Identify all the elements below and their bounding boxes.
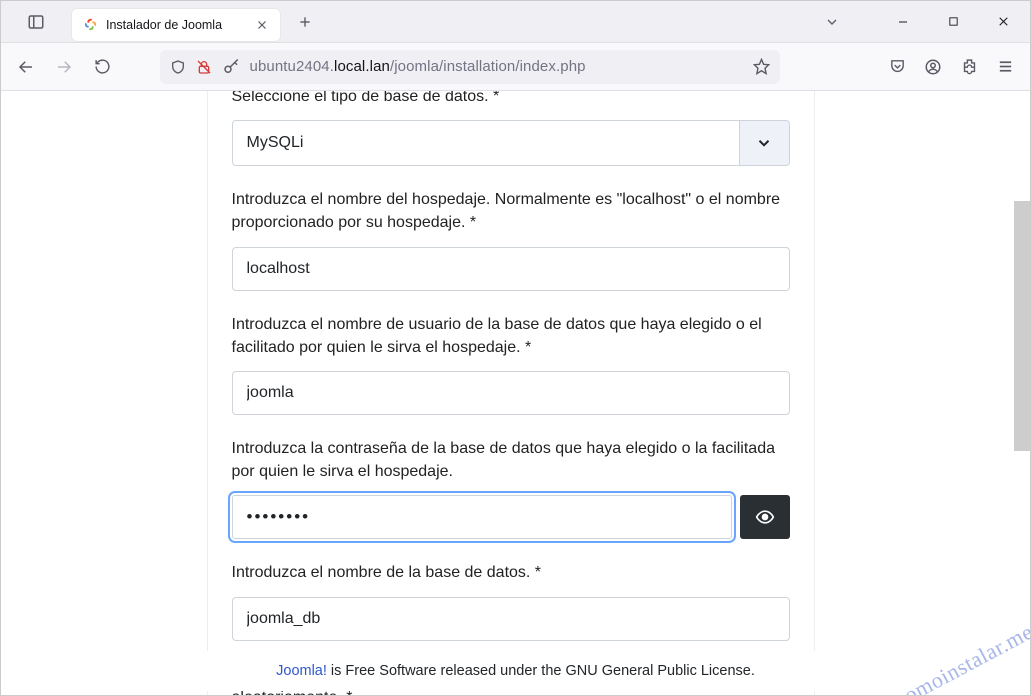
key-icon[interactable] [222, 58, 240, 76]
db-host-label: Introduzca el nombre del hospedaje. Norm… [232, 188, 790, 234]
bookmark-star-icon[interactable] [753, 58, 770, 75]
db-password-input[interactable] [232, 495, 732, 539]
db-password-label: Introduzca la contraseña de la base de d… [232, 437, 790, 483]
db-host-input[interactable] [232, 247, 790, 291]
nav-forward-button [47, 50, 81, 84]
joomla-favicon-icon [82, 17, 98, 33]
db-type-value: MySQLi [247, 134, 739, 152]
db-type-label: Seleccione el tipo de base de datos. * [232, 91, 790, 108]
chevron-down-icon [739, 121, 789, 165]
shield-icon[interactable] [170, 59, 186, 75]
insecure-lock-icon[interactable] [196, 59, 212, 75]
browser-tab-bar: Instalador de Joomla [1, 1, 1030, 43]
page-footer: Joomla! is Free Software released under … [1, 651, 1030, 691]
toggle-password-visibility-button[interactable] [740, 495, 790, 539]
window-maximize-button[interactable] [930, 1, 976, 43]
browser-toolbar: ubuntu2404.local.lan/joomla/installation… [1, 43, 1030, 91]
vertical-scrollbar-thumb[interactable] [1014, 201, 1030, 451]
window-controls [880, 1, 1030, 43]
joomla-link[interactable]: Joomla! [276, 663, 327, 679]
page-viewport: Seleccione el tipo de base de datos. * M… [1, 91, 1030, 695]
sidebar-toggle-icon[interactable] [1, 13, 71, 31]
new-tab-button[interactable] [291, 8, 319, 36]
db-name-label: Introduzca el nombre de la base de datos… [232, 561, 790, 584]
window-close-button[interactable] [980, 1, 1026, 43]
footer-text: is Free Software released under the GNU … [327, 663, 755, 679]
db-type-select[interactable]: MySQLi [232, 120, 790, 166]
db-name-input[interactable] [232, 597, 790, 641]
account-icon[interactable] [916, 50, 950, 84]
db-user-label: Introduzca el nombre de usuario de la ba… [232, 313, 790, 359]
pocket-icon[interactable] [880, 50, 914, 84]
url-text: ubuntu2404.local.lan/joomla/installation… [250, 58, 743, 75]
nav-reload-button[interactable] [85, 50, 119, 84]
address-bar[interactable]: ubuntu2404.local.lan/joomla/installation… [160, 50, 780, 84]
window-minimize-button[interactable] [880, 1, 926, 43]
browser-tab[interactable]: Instalador de Joomla [71, 8, 281, 42]
tabs-dropdown-button[interactable] [814, 4, 850, 40]
tab-close-icon[interactable] [254, 17, 270, 33]
extensions-icon[interactable] [952, 50, 986, 84]
tab-title: Instalador de Joomla [106, 18, 246, 32]
app-menu-icon[interactable] [988, 50, 1022, 84]
db-user-input[interactable] [232, 371, 790, 415]
nav-back-button[interactable] [9, 50, 43, 84]
